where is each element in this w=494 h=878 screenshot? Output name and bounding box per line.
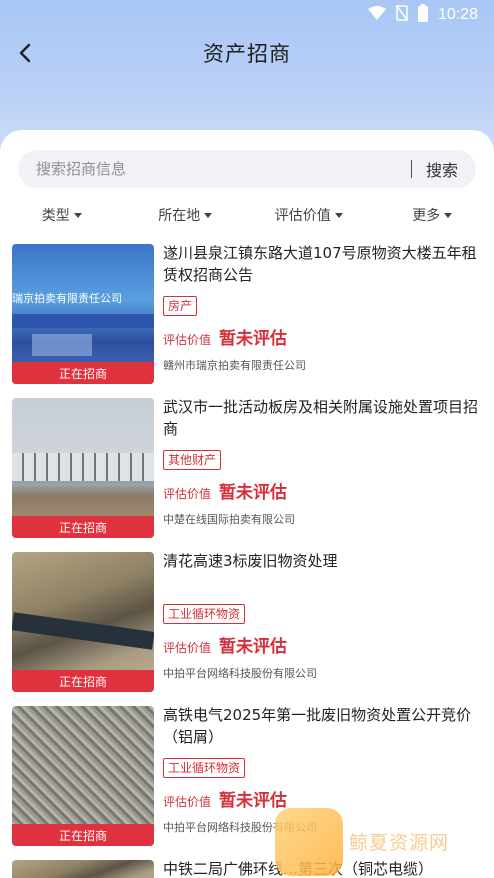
filter-type[interactable]: 类型 — [0, 205, 124, 225]
wifi-icon — [367, 6, 386, 24]
valuation-label: 评估价值 — [163, 487, 212, 501]
category-tag: 工业循环物资 — [163, 604, 246, 624]
back-button[interactable] — [10, 36, 40, 70]
item-thumbnail: 瑞京拍卖有限责任公司 正在招商 — [12, 244, 154, 384]
valuation-row: 评估价值 暂未评估 — [163, 786, 483, 811]
filter-type-label: 类型 — [41, 208, 70, 224]
filter-location-label: 所在地 — [158, 208, 201, 224]
item-title: 高铁电气2025年第一批废旧物资处置公开竞价（铝屑） — [163, 706, 472, 746]
filter-more[interactable]: 更多 — [371, 205, 494, 225]
item-thumbnail: 正在招商 — [12, 706, 154, 846]
item-thumbnail — [12, 860, 154, 878]
filter-location[interactable]: 所在地 — [124, 205, 248, 225]
search-divider — [410, 160, 412, 178]
asset-list: 瑞京拍卖有限责任公司 正在招商 遂川县泉江镇东路大道107号原物资大楼五年租赁权… — [0, 242, 494, 878]
filter-bar: 类型 所在地 评估价值 更多 — [0, 198, 494, 232]
page-title: 资产招商 — [203, 42, 291, 66]
status-badge: 正在招商 — [12, 670, 154, 692]
item-thumbnail: 正在招商 — [12, 552, 154, 692]
caret-down-icon — [444, 212, 453, 218]
company-name: 中拍平台网络科技股份有限公司 — [163, 821, 317, 834]
thumbnail-graphic — [32, 334, 92, 356]
valuation-value: 暂未评估 — [219, 637, 288, 657]
battery-icon — [417, 4, 428, 26]
search-bar: 搜索 — [18, 150, 476, 188]
status-badge: 正在招商 — [12, 362, 154, 384]
chevron-left-icon — [19, 43, 31, 63]
valuation-row: 评估价值 暂未评估 — [163, 478, 483, 503]
search-input[interactable] — [18, 160, 411, 178]
thumbnail-building — [12, 453, 154, 481]
valuation-value: 暂未评估 — [219, 483, 288, 503]
caret-down-icon — [204, 212, 213, 218]
item-info: 高铁电气2025年第一批废旧物资处置公开竞价（铝屑） 工业循环物资 评估价值 暂… — [163, 704, 483, 835]
thumbnail-pipe — [12, 612, 154, 650]
filter-more-label: 更多 — [412, 208, 441, 224]
caret-down-icon — [73, 212, 82, 218]
category-tag: 房产 — [163, 296, 198, 316]
item-thumbnail: 正在招商 — [12, 398, 154, 538]
list-item[interactable]: 瑞京拍卖有限责任公司 正在招商 遂川县泉江镇东路大道107号原物资大楼五年租赁权… — [0, 242, 494, 396]
list-item[interactable]: 中铁二局广佛环线…第三次（铜芯电缆） — [0, 858, 494, 878]
nav-bar: 资产招商 — [0, 30, 494, 76]
category-tag: 其他财产 — [163, 450, 222, 470]
status-badge: 正在招商 — [12, 824, 154, 846]
company-name: 中拍平台网络科技股份有限公司 — [163, 667, 317, 680]
item-title: 遂川县泉江镇东路大道107号原物资大楼五年租赁权招商公告 — [163, 244, 477, 284]
valuation-label: 评估价值 — [163, 795, 212, 809]
list-item[interactable]: 正在招商 武汉市一批活动板房及相关附属设施处置项目招商 其他财产 评估价值 暂未… — [0, 396, 494, 550]
filter-valuation[interactable]: 评估价值 — [247, 205, 371, 225]
item-info: 武汉市一批活动板房及相关附属设施处置项目招商 其他财产 评估价值 暂未评估 中楚… — [163, 396, 483, 527]
item-info: 清花高速3标废旧物资处理 工业循环物资 评估价值 暂未评估 中拍平台网络科技股份… — [163, 550, 483, 681]
company-name: 中楚在线国际拍卖有限公司 — [163, 513, 295, 526]
item-title: 清花高速3标废旧物资处理 — [163, 552, 338, 570]
list-item[interactable]: 正在招商 高铁电气2025年第一批废旧物资处置公开竞价（铝屑） 工业循环物资 评… — [0, 704, 494, 858]
status-time: 10:28 — [437, 6, 478, 23]
filter-valuation-label: 评估价值 — [274, 208, 331, 224]
status-badge: 正在招商 — [12, 516, 154, 538]
valuation-value: 暂未评估 — [219, 791, 288, 811]
no-sim-icon — [395, 4, 409, 25]
valuation-row: 评估价值 暂未评估 — [163, 324, 483, 349]
thumbnail-banner-text: 瑞京拍卖有限责任公司 — [12, 292, 122, 305]
valuation-value: 暂未评估 — [219, 329, 288, 349]
item-info: 中铁二局广佛环线…第三次（铜芯电缆） — [163, 858, 483, 878]
list-item[interactable]: 正在招商 清花高速3标废旧物资处理 工业循环物资 评估价值 暂未评估 中拍平台网… — [0, 550, 494, 704]
valuation-row: 评估价值 暂未评估 — [163, 632, 483, 657]
item-info: 遂川县泉江镇东路大道107号原物资大楼五年租赁权招商公告 房产 评估价值 暂未评… — [163, 242, 483, 373]
content-panel: 搜索 类型 所在地 评估价值 更多 瑞京拍卖有限责任公司 正在招商 遂川县泉江镇… — [0, 130, 494, 878]
category-tag: 工业循环物资 — [163, 758, 246, 778]
status-bar: 10:28 — [0, 0, 494, 30]
thumbnail-banner-strip — [12, 314, 154, 328]
company-name: 赣州市瑞京拍卖有限责任公司 — [163, 359, 306, 372]
valuation-label: 评估价值 — [163, 641, 212, 655]
search-button[interactable]: 搜索 — [426, 157, 458, 181]
item-title: 中铁二局广佛环线…第三次（铜芯电缆） — [163, 860, 434, 878]
item-title: 武汉市一批活动板房及相关附属设施处置项目招商 — [163, 398, 479, 438]
valuation-label: 评估价值 — [163, 333, 212, 347]
caret-down-icon — [334, 212, 343, 218]
